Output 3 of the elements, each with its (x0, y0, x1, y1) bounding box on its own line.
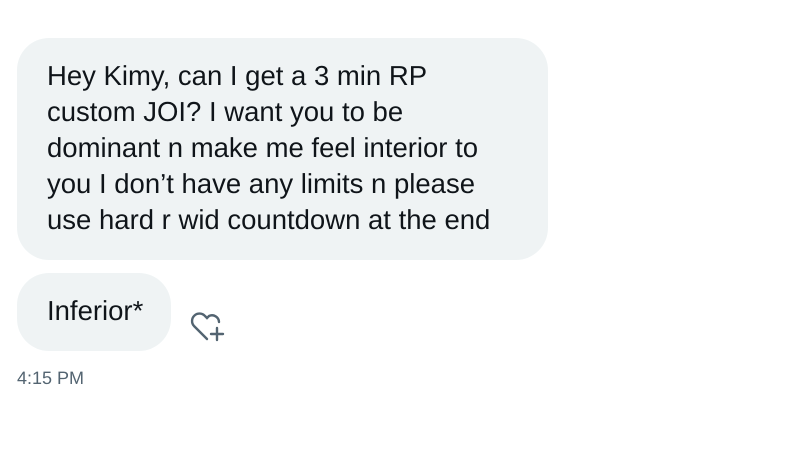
message-bubble: Inferior* (17, 273, 172, 351)
message-bubble: Hey Kimy, can I get a 3 min RP custom JOI? I want you to be dominant n make me feel interior to you I don’t have any limits n please use hard r wid countdown at the end (17, 38, 548, 260)
timestamp: 4:15 PM (17, 368, 86, 389)
